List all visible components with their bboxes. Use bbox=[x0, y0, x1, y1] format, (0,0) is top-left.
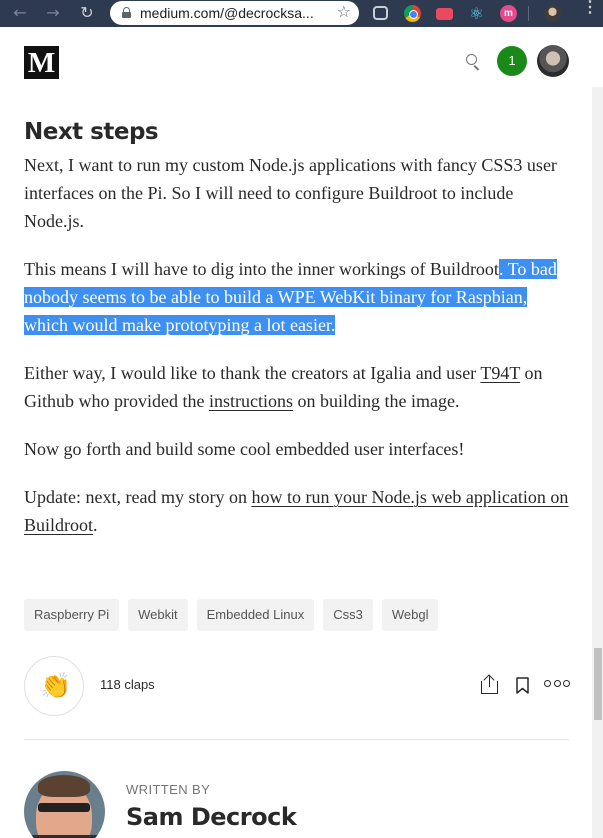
tag-raspberry-pi[interactable]: Raspberry Pi bbox=[24, 599, 120, 631]
lock-icon[interactable] bbox=[122, 7, 131, 18]
paragraph-text: . bbox=[93, 515, 98, 535]
paragraph-closing: Now go forth and build some cool embedde… bbox=[24, 439, 465, 459]
browser-menu-icon[interactable]: ⋮ bbox=[582, 0, 598, 16]
url-text[interactable]: medium.com/@decrocksa... bbox=[140, 5, 314, 21]
tag-embedded-linux[interactable]: Embedded Linux bbox=[196, 599, 315, 631]
more-options-icon[interactable] bbox=[544, 680, 570, 690]
tag-list: Raspberry Pi Webkit Embedded Linux Css3 … bbox=[24, 599, 447, 631]
paragraph-text: on building the image. bbox=[292, 391, 460, 411]
paragraph-thanks: Either way, I would like to thank the cr… bbox=[24, 359, 572, 415]
back-icon[interactable]: ← bbox=[9, 3, 31, 23]
clap-icon: 👏 bbox=[40, 671, 72, 700]
toolbar-separator bbox=[528, 6, 529, 21]
m-extension-icon[interactable]: m bbox=[500, 5, 517, 22]
section-heading: Next steps bbox=[24, 119, 159, 145]
reload-icon[interactable]: ↻ bbox=[76, 3, 98, 23]
scrollbar-thumb[interactable] bbox=[594, 648, 602, 720]
instructions-link[interactable]: instructions bbox=[209, 391, 293, 411]
browser-toolbar: ← → ↻ medium.com/@decrocksa... ☆ ⚛ m ⋮ bbox=[0, 0, 603, 27]
author-avatar[interactable] bbox=[24, 771, 105, 838]
bookmark-star-icon[interactable]: ☆ bbox=[337, 2, 351, 21]
screen-recorder-extension-icon[interactable] bbox=[436, 8, 453, 20]
search-icon[interactable] bbox=[466, 54, 481, 71]
tag-webgl[interactable]: Webgl bbox=[381, 599, 439, 631]
article-body: Next steps Next, I want to run my custom… bbox=[24, 113, 572, 539]
share-icon[interactable] bbox=[481, 674, 498, 694]
notifications-badge[interactable]: 1 bbox=[497, 46, 527, 76]
bookmark-icon[interactable] bbox=[516, 677, 529, 694]
medium-logo[interactable]: M bbox=[24, 46, 59, 79]
paragraph-text: This means I will have to dig into the i… bbox=[24, 259, 499, 279]
paragraph-buildroot: This means I will have to dig into the i… bbox=[24, 255, 572, 339]
address-bar[interactable]: medium.com/@decrocksa... ☆ bbox=[110, 1, 359, 25]
author-name[interactable]: Sam Decrock bbox=[126, 803, 297, 831]
color-picker-extension-icon[interactable] bbox=[404, 5, 421, 22]
clap-button[interactable]: 👏 bbox=[24, 656, 84, 716]
forward-icon[interactable]: → bbox=[42, 3, 64, 23]
paragraph-text: Either way, I would like to thank the cr… bbox=[24, 363, 481, 383]
site-header: M 1 bbox=[0, 27, 603, 87]
scrollbar-track[interactable] bbox=[592, 87, 603, 838]
pocket-extension-icon[interactable] bbox=[373, 6, 388, 20]
written-by-label: WRITTEN BY bbox=[126, 782, 211, 797]
divider bbox=[24, 739, 569, 740]
paragraph-text: Update: next, read my story on bbox=[24, 487, 252, 507]
browser-profile-avatar[interactable] bbox=[544, 5, 561, 22]
tag-css3[interactable]: Css3 bbox=[323, 599, 373, 631]
tag-webkit[interactable]: Webkit bbox=[128, 599, 188, 631]
t94t-link[interactable]: T94T bbox=[480, 363, 520, 383]
paragraph-next: Next, I want to run my custom Node.js ap… bbox=[24, 155, 557, 231]
paragraph-update: Update: next, read my story on how to ru… bbox=[24, 483, 572, 539]
clap-count[interactable]: 118 claps bbox=[100, 677, 155, 692]
user-avatar[interactable] bbox=[537, 45, 569, 77]
react-devtools-extension-icon[interactable]: ⚛ bbox=[468, 5, 485, 22]
